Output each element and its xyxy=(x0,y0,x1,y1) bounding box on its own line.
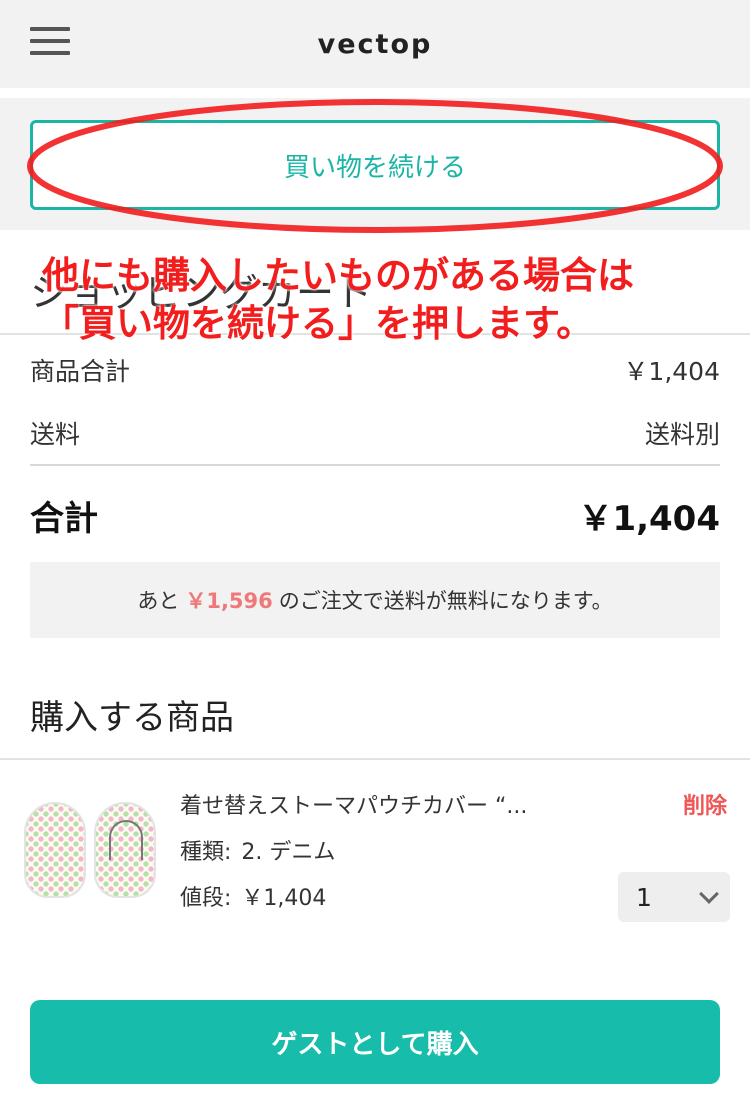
item-type-value: 2. デニム xyxy=(241,840,336,865)
pouch-front-image xyxy=(24,802,86,898)
subtotal-row: 商品合計 ￥1,404 xyxy=(30,350,720,390)
quantity-select[interactable]: 1 xyxy=(618,872,730,922)
notice-amount: ￥1,596 xyxy=(185,589,273,613)
item-name[interactable]: 着せ替えストーマパウチカバー “... xyxy=(180,788,560,820)
notice-prefix: あと xyxy=(137,589,180,613)
annotation-line-2: 「買い物を続ける」を押します。 xyxy=(42,302,594,345)
item-price: 値段: ￥1,404 xyxy=(180,880,326,912)
product-thumbnail[interactable] xyxy=(24,802,158,902)
shipping-row: 送料 送料別 xyxy=(30,413,720,453)
app-header: vectop xyxy=(0,0,750,88)
item-type-label: 種類: xyxy=(180,840,232,865)
divider xyxy=(0,758,750,760)
item-type: 種類: 2. デニム xyxy=(180,834,335,866)
guest-checkout-button[interactable]: ゲストとして購入 xyxy=(30,1000,720,1084)
subtotal-value: ￥1,404 xyxy=(623,357,720,386)
pouch-strap-shape xyxy=(109,820,143,860)
hamburger-menu-icon[interactable] xyxy=(30,27,70,59)
item-price-label: 値段: xyxy=(180,886,232,911)
total-label: 合計 xyxy=(30,498,98,539)
divider xyxy=(30,464,720,466)
shipping-value: 送料別 xyxy=(644,420,720,449)
notice-suffix: のご注文で送料が無料になります。 xyxy=(278,589,613,613)
shipping-label: 送料 xyxy=(30,420,81,449)
delete-item-button[interactable]: 削除 xyxy=(683,788,727,820)
quantity-value: 1 xyxy=(636,882,652,912)
annotation-text: 他にも購入したいものがある場合は 「買い物を続ける」を押します。 xyxy=(42,252,634,348)
total-row: 合計 ￥1,404 xyxy=(30,492,720,539)
continue-shopping-button[interactable]: 買い物を続ける xyxy=(30,120,720,210)
purchase-section-title: 購入する商品 xyxy=(30,698,234,738)
chevron-down-icon xyxy=(699,884,719,904)
subtotal-label: 商品合計 xyxy=(30,357,131,386)
total-value: ￥1,404 xyxy=(578,498,720,539)
annotation-line-1: 他にも購入したいものがある場合は xyxy=(42,254,634,297)
free-shipping-notice: あと ￥1,596 のご注文で送料が無料になります。 xyxy=(30,562,720,638)
brand-logo[interactable]: vectop xyxy=(318,29,433,60)
item-price-value: ￥1,404 xyxy=(241,886,327,911)
